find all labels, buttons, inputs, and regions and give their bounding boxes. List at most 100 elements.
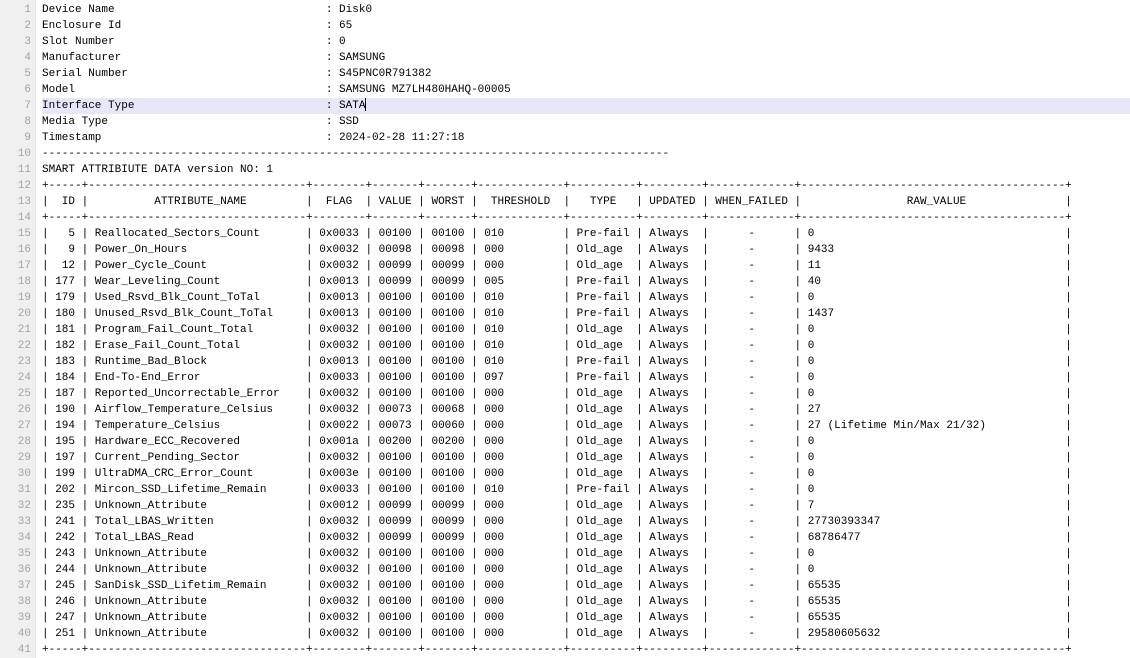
editor-line[interactable]: 39 | 247 | Unknown_Attribute | 0x0032 | 0… [0,610,1130,626]
line-text: ----------------------------------------… [42,146,1130,162]
line-text: | 181 | Program_Fail_Count_Total | 0x003… [42,322,1130,338]
line-number: 23 [0,354,31,370]
line-text: | 235 | Unknown_Attribute | 0x0012 | 000… [42,498,1130,514]
editor-line[interactable]: 13| ID | ATTRIBUTE_NAME | FLAG | VALUE |… [0,194,1130,210]
line-text: +-----+---------------------------------… [42,210,1130,226]
line-number: 6 [0,82,31,98]
editor-line[interactable]: 17| 12 | Power_Cycle_Count | 0x0032 | 00… [0,258,1130,274]
editor-line[interactable]: 22| 182 | Erase_Fail_Count_Total | 0x003… [0,338,1130,354]
line-text: | 179 | Used_Rsvd_Blk_Count_ToTal | 0x00… [42,290,1130,306]
editor-line[interactable]: 18| 177 | Wear_Leveling_Count | 0x0013 |… [0,274,1130,290]
line-number: 32 [0,498,31,514]
line-text: Manufacturer : SAMSUNG [42,50,1130,66]
line-number: 4 [0,50,31,66]
line-number: 29 [0,450,31,466]
editor-line[interactable]: 14+-----+-------------------------------… [0,210,1130,226]
editor-line[interactable]: 26| 190 | Airflow_Temperature_Celsius | … [0,402,1130,418]
editor-line[interactable]: 28 | 195 | Hardware_ECC_Recovered | 0x001… [0,434,1130,450]
editor-line[interactable]: 15 | 5 | Reallocated_Sectors_Count | 0x00… [0,226,1130,242]
editor-line[interactable]: 23 | 183 | Runtime_Bad_Block | 0x0013 | 0… [0,354,1130,370]
line-number: 3 [0,34,31,50]
line-text: | 243 | Unknown_Attribute | 0x0032 | 001… [42,546,1130,562]
line-text: +-----+---------------------------------… [42,178,1130,194]
line-text: | 187 | Reported_Uncorrectable_Error | 0… [42,386,1130,402]
line-text: | 9 | Power_On_Hours | 0x0032 | 00098 | … [42,242,1130,258]
line-text: | 12 | Power_Cycle_Count | 0x0032 | 0009… [42,258,1130,274]
editor-line[interactable]: 32 | 235 | Unknown_Attribute | 0x0012 | 0… [0,498,1130,514]
editor-line[interactable]: 4 Manufacturer : SAMSUNG [0,50,1130,66]
line-text: | 5 | Reallocated_Sectors_Count | 0x0033… [42,226,1130,242]
line-number: 16 [0,242,31,258]
line-number: 13 [0,194,31,210]
line-text: | 241 | Total_LBAS_Written | 0x0032 | 00… [42,514,1130,530]
editor-line[interactable]: 31| 202 | Mircon_SSD_Lifetime_Remain | 0… [0,482,1130,498]
line-number: 15 [0,226,31,242]
line-text: | 245 | SanDisk_SSD_Lifetim_Remain | 0x0… [42,578,1130,594]
editor-line[interactable]: 6 Model : SAMSUNG MZ7LH480HAHQ-00005 [0,82,1130,98]
editor-line[interactable]: 35 | 243 | Unknown_Attribute | 0x0032 | 0… [0,546,1130,562]
line-text: | 195 | Hardware_ECC_Recovered | 0x001a … [42,434,1130,450]
line-number: 19 [0,290,31,306]
text-editor[interactable]: 1Device Name : Disk02Enclosure Id : 653S… [0,0,1130,658]
editor-line[interactable]: 19 | 179 | Used_Rsvd_Blk_Count_ToTal | 0x… [0,290,1130,306]
line-text: | 246 | Unknown_Attribute | 0x0032 | 001… [42,594,1130,610]
editor-line[interactable]: 12+-----+-------------------------------… [0,178,1130,194]
editor-line[interactable]: 41+-----+-------------------------------… [0,642,1130,658]
line-text: | 190 | Airflow_Temperature_Celsius | 0x… [42,402,1130,418]
line-text: Device Name : Disk0 [42,2,1130,18]
line-number: 1 [0,2,31,18]
line-text: | 182 | Erase_Fail_Count_Total | 0x0032 … [42,338,1130,354]
editor-line[interactable]: 30 | 199 | UltraDMA_CRC_Error_Count | 0x0… [0,466,1130,482]
line-number: 30 [0,466,31,482]
line-number: 33 [0,514,31,530]
line-text: | 242 | Total_LBAS_Read | 0x0032 | 00099… [42,530,1130,546]
editor-line[interactable]: 20| 180 | Unused_Rsvd_Blk_Count_ToTal | … [0,306,1130,322]
editor-line[interactable]: 34 | 242 | Total_LBAS_Read | 0x0032 | 000… [0,530,1130,546]
editor-line[interactable]: 5 Serial Number : S45PNC0R791382 [0,66,1130,82]
editor-line[interactable]: 25| 187 | Reported_Uncorrectable_Error |… [0,386,1130,402]
line-text: | 244 | Unknown_Attribute | 0x0032 | 001… [42,562,1130,578]
line-text: | 184 | End-To-End_Error | 0x0033 | 0010… [42,370,1130,386]
line-text: | 199 | UltraDMA_CRC_Error_Count | 0x003… [42,466,1130,482]
editor-line[interactable]: 10--------------------------------------… [0,146,1130,162]
editor-line[interactable]: 9Timestamp : 2024-02-28 11:27:18 [0,130,1130,146]
line-number: 34 [0,530,31,546]
editor-line[interactable]: 7Interface Type : SATA [0,98,1130,114]
editor-content[interactable]: 1Device Name : Disk02Enclosure Id : 653S… [0,2,1130,658]
line-number: 35 [0,546,31,562]
line-number: 11 [0,162,31,178]
line-number: 39 [0,610,31,626]
editor-line[interactable]: 36| 244 | Unknown_Attribute | 0x0032 | 0… [0,562,1130,578]
line-text: | 247 | Unknown_Attribute | 0x0032 | 001… [42,610,1130,626]
line-number: 9 [0,130,31,146]
line-text: Serial Number : S45PNC0R791382 [42,66,1130,82]
line-text: | 194 | Temperature_Celsius | 0x0022 | 0… [42,418,1130,434]
editor-line[interactable]: 27| 194 | Temperature_Celsius | 0x0022 |… [0,418,1130,434]
editor-line[interactable]: 33 | 241 | Total_LBAS_Written | 0x0032 | … [0,514,1130,530]
editor-line[interactable]: 21| 181 | Program_Fail_Count_Total | 0x0… [0,322,1130,338]
line-text: | 197 | Current_Pending_Sector | 0x0032 … [42,450,1130,466]
editor-line[interactable]: 8Media Type : SSD [0,114,1130,130]
line-number: 41 [0,642,31,658]
line-number: 40 [0,626,31,642]
editor-line[interactable]: 29 | 197 | Current_Pending_Sector | 0x003… [0,450,1130,466]
editor-line[interactable]: 11SMART ATTRIBIUTE DATA version NO: 1 [0,162,1130,178]
editor-line[interactable]: 37| 245 | SanDisk_SSD_Lifetim_Remain | 0… [0,578,1130,594]
line-text: | 177 | Wear_Leveling_Count | 0x0013 | 0… [42,274,1130,290]
editor-line[interactable]: 2 Enclosure Id : 65 [0,18,1130,34]
line-number: 7 [0,98,31,114]
line-text: Enclosure Id : 65 [42,18,1130,34]
line-text: Model : SAMSUNG MZ7LH480HAHQ-00005 [42,82,1130,98]
editor-line[interactable]: 38| 246 | Unknown_Attribute | 0x0032 | 0… [0,594,1130,610]
line-text: | 183 | Runtime_Bad_Block | 0x0013 | 001… [42,354,1130,370]
line-text: | 251 | Unknown_Attribute | 0x0032 | 001… [42,626,1130,642]
line-number: 5 [0,66,31,82]
text-cursor [365,98,366,111]
editor-line[interactable]: 1 Device Name : Disk0 [0,2,1130,18]
editor-line[interactable]: 3Slot Number : 0 [0,34,1130,50]
editor-line[interactable]: 16 | 9 | Power_On_Hours | 0x0032 | 00098 … [0,242,1130,258]
editor-line[interactable]: 24| 184 | End-To-End_Error | 0x0033 | 00… [0,370,1130,386]
editor-line[interactable]: 40 | 251 | Unknown_Attribute | 0x0032 | 0… [0,626,1130,642]
line-number: 28 [0,434,31,450]
line-number: 2 [0,18,31,34]
